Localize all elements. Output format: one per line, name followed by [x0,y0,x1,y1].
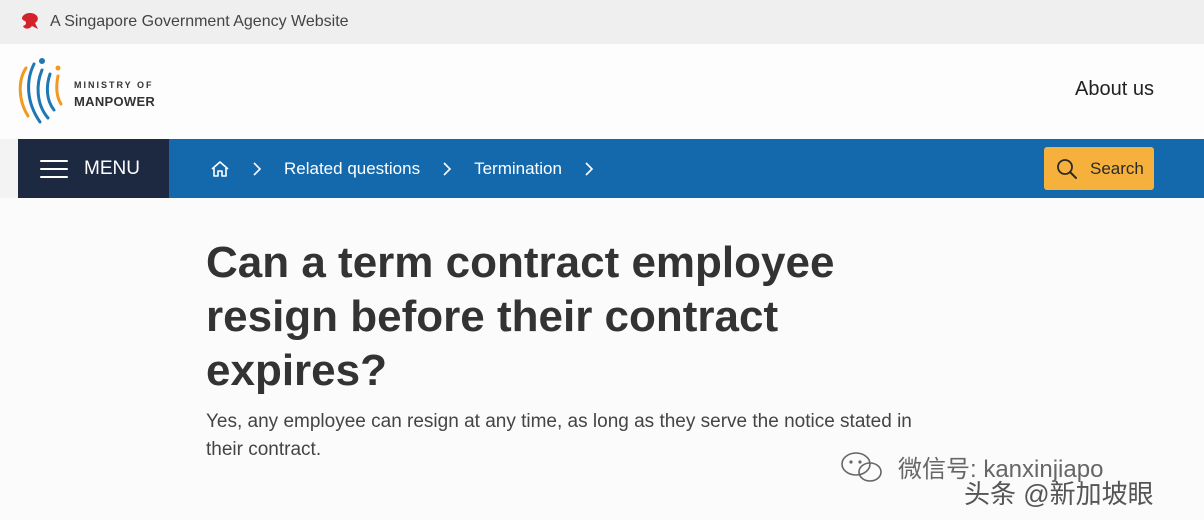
breadcrumb-termination[interactable]: Termination [474,159,562,179]
about-us-link[interactable]: About us [1075,78,1154,101]
watermark-line-2: 头条 @新加坡眼 [964,479,1154,509]
wechat-icon [841,451,882,482]
chevron-right-icon [584,161,594,177]
breadcrumb: Related questions Termination [210,139,616,198]
mom-logo[interactable]: MINISTRY OF MANPOWER [14,54,174,130]
home-icon[interactable] [210,160,230,178]
page-description: Yes, any employee can resign at any time… [206,411,912,460]
gov-masthead: A Singapore Government Agency Website [0,0,1204,44]
search-icon [1057,158,1077,179]
menu-button[interactable]: MENU [18,139,169,198]
main-content: Can a term contract employee resign befo… [206,236,966,464]
logo-line-1: MINISTRY OF [74,80,154,90]
chevron-right-icon [252,161,262,177]
menu-label: MENU [84,157,140,179]
lion-head-icon [21,13,38,29]
search-button[interactable]: Search [1044,147,1154,190]
masthead-text: A Singapore Government Agency Website [50,13,349,30]
mom-logo-mark [18,58,63,124]
site-header: MINISTRY OF MANPOWER About us [0,44,1204,139]
chevron-right-icon [442,161,452,177]
nav-bar: MENU Related questions Termination Searc… [0,139,1204,198]
page-title: Can a term contract employee resign befo… [206,238,835,395]
hamburger-icon [40,159,68,178]
breadcrumb-related-questions[interactable]: Related questions [284,159,420,179]
search-label: Search [1090,158,1144,178]
logo-line-2: MANPOWER [74,94,156,109]
